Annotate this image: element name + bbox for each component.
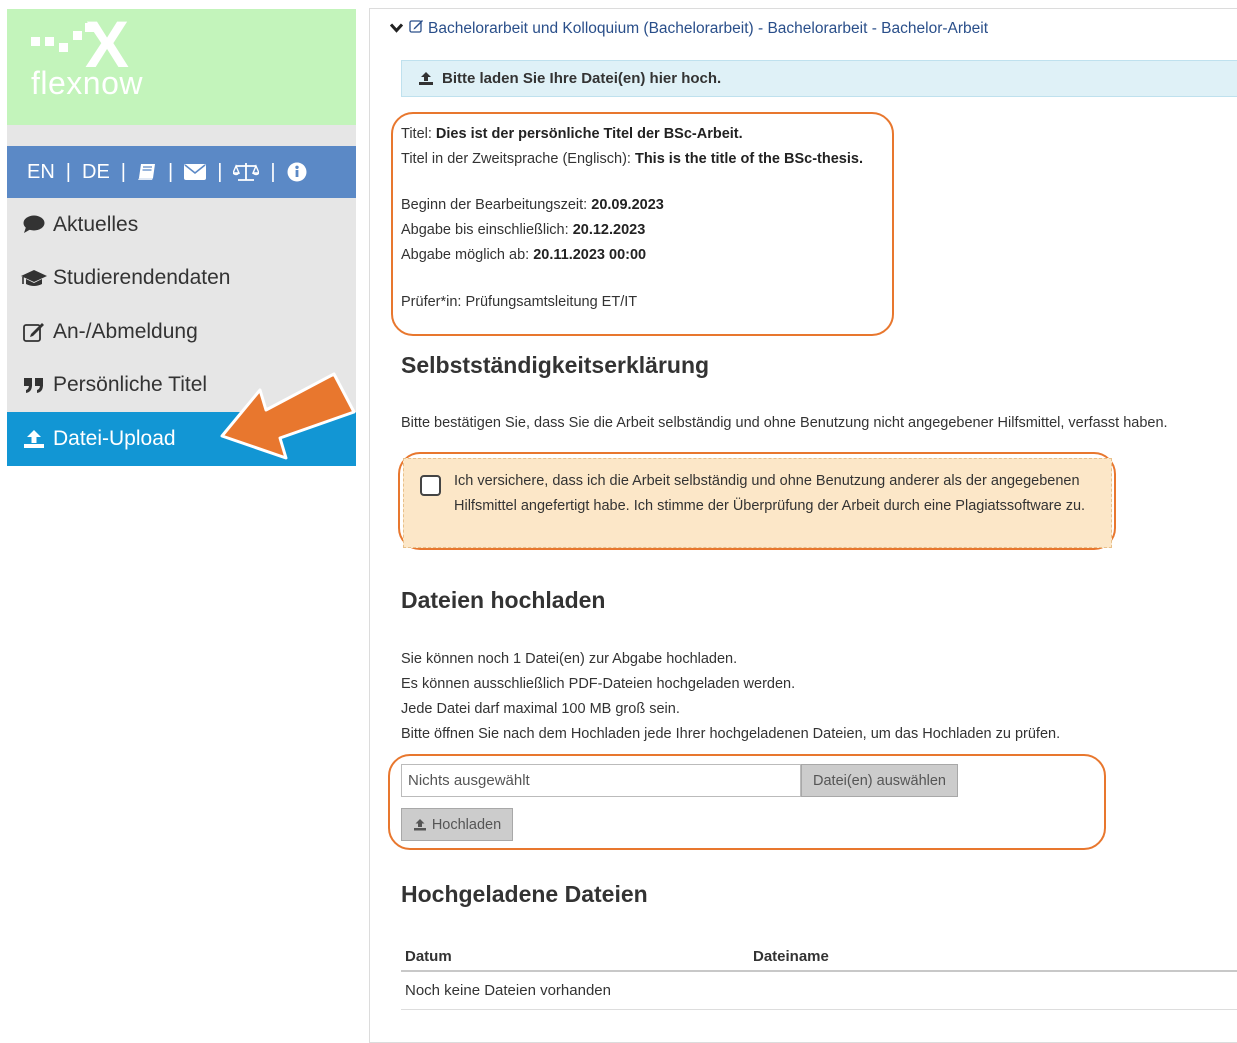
start-date-value: 20.09.2023 — [591, 197, 664, 213]
separator: | — [270, 160, 276, 183]
upload-info-banner: Bitte laden Sie Ihre Datei(en) hier hoch… — [401, 60, 1237, 97]
possible-date-line: Abgabe möglich ab: 20.11.2023 00:00 — [401, 247, 647, 263]
consent-text: Ich versichere, dass ich die Arbeit selb… — [454, 473, 1086, 514]
thesis-info: Titel: Dies ist der persönliche Titel de… — [401, 122, 863, 315]
possible-date-value: 20.11.2023 00:00 — [533, 247, 647, 263]
choose-files-button[interactable]: Datei(en) auswählen — [801, 764, 958, 797]
comment-icon — [21, 214, 47, 236]
file-name-input[interactable]: Nichts ausgewählt — [401, 764, 801, 797]
lang-en-link[interactable]: EN — [27, 161, 55, 184]
uploaded-files-heading: Hochgeladene Dateien — [401, 881, 648, 907]
separator: | — [217, 160, 223, 183]
consent-checkbox[interactable] — [420, 475, 441, 496]
breadcrumb[interactable]: Bachelorarbeit und Kolloquium (Bachelora… — [389, 19, 988, 38]
sidebar-item-label: Datei-Upload — [53, 426, 176, 450]
envelope-icon[interactable] — [184, 164, 207, 180]
upload-button[interactable]: Hochladen — [401, 808, 513, 841]
pointer-arrow-icon — [220, 372, 356, 460]
due-date-line: Abgabe bis einschließlich: 20.12.2023 — [401, 222, 646, 238]
column-header-date: Datum — [405, 947, 452, 965]
sidebar-item-label: Studierendendaten — [53, 266, 231, 290]
lang-de-link[interactable]: DE — [82, 161, 110, 184]
logo-dots-icon — [31, 23, 94, 63]
upload-line: Jede Datei darf maximal 100 MB groß sein… — [401, 701, 680, 717]
sidebar-item-label: Aktuelles — [53, 212, 139, 236]
upload-icon — [413, 819, 426, 831]
edit-icon — [409, 19, 424, 38]
table-row: Noch keine Dateien vorhanden — [401, 972, 1237, 1010]
upload-line: Sie können noch 1 Datei(en) zur Abgabe h… — [401, 651, 738, 667]
thesis-title2-value: This is the title of the BSc-thesis. — [634, 151, 863, 167]
upload-line: Bitte öffnen Sie nach dem Hochladen jede… — [401, 726, 1061, 742]
separator: | — [168, 160, 174, 183]
graduation-cap-icon — [21, 267, 47, 289]
chevron-down-icon[interactable] — [389, 20, 404, 38]
language-bar: EN | DE | | | | — [7, 146, 356, 198]
quote-icon — [21, 374, 47, 396]
sidebar-item-aktuelles[interactable]: Aktuelles — [7, 198, 356, 252]
flexnow-logo[interactable]: X flexnow — [7, 9, 356, 125]
thesis-title-value: Dies ist der persönliche Titel der BSc-A… — [435, 126, 743, 142]
separator: | — [65, 160, 71, 183]
sidebar-item-studierendendaten[interactable]: Studierendendaten — [7, 252, 356, 306]
consent-box: Ich versichere, dass ich die Arbeit selb… — [403, 458, 1112, 548]
breadcrumb-text[interactable]: Bachelorarbeit und Kolloquium (Bachelora… — [428, 20, 988, 38]
sidebar-spacer — [7, 125, 356, 146]
thesis-title2-line: Titel in der Zweitsprache (Englisch): Th… — [401, 151, 863, 167]
uploaded-files-table: Datum Dateiname Noch keine Dateien vorha… — [401, 942, 1237, 1010]
separator: | — [120, 160, 126, 183]
upload-icon — [21, 428, 47, 450]
column-header-filename: Dateiname — [753, 947, 829, 965]
declaration-heading: Selbstständigkeitserklärung — [401, 352, 710, 378]
book-icon[interactable] — [137, 163, 157, 181]
upload-info-text: Bitte laden Sie Ihre Datei(en) hier hoch… — [442, 70, 722, 87]
main-panel: Bachelorarbeit und Kolloquium (Bachelora… — [369, 8, 1237, 1043]
info-icon[interactable] — [287, 162, 307, 182]
due-date-value: 20.12.2023 — [572, 222, 646, 238]
start-date-line: Beginn der Bearbeitungszeit: 20.09.2023 — [401, 197, 664, 213]
upload-icon — [419, 72, 433, 85]
balance-scale-icon[interactable] — [233, 162, 260, 182]
table-header: Datum Dateiname — [401, 942, 1237, 972]
logo-text: flexnow — [31, 65, 143, 101]
edit-icon — [21, 321, 47, 343]
declaration-intro: Bitte bestätigen Sie, dass Sie die Arbei… — [401, 415, 1168, 431]
upload-heading: Dateien hochladen — [401, 587, 606, 613]
sidebar-item-label: Persönliche Titel — [53, 373, 208, 397]
sidebar-item-label: An-/Abmeldung — [53, 319, 198, 343]
examiner-line: Prüfer*in: Prüfungsamtsleitung ET/IT — [401, 294, 638, 310]
sidebar-item-an-abmeldung[interactable]: An-/Abmeldung — [7, 305, 356, 359]
upload-button-label: Hochladen — [431, 816, 502, 833]
upload-instructions: Sie können noch 1 Datei(en) zur Abgabe h… — [401, 647, 1060, 747]
upload-line: Es können ausschließlich PDF-Dateien hoc… — [401, 676, 796, 692]
thesis-title-line: Titel: Dies ist der persönliche Titel de… — [401, 126, 743, 142]
